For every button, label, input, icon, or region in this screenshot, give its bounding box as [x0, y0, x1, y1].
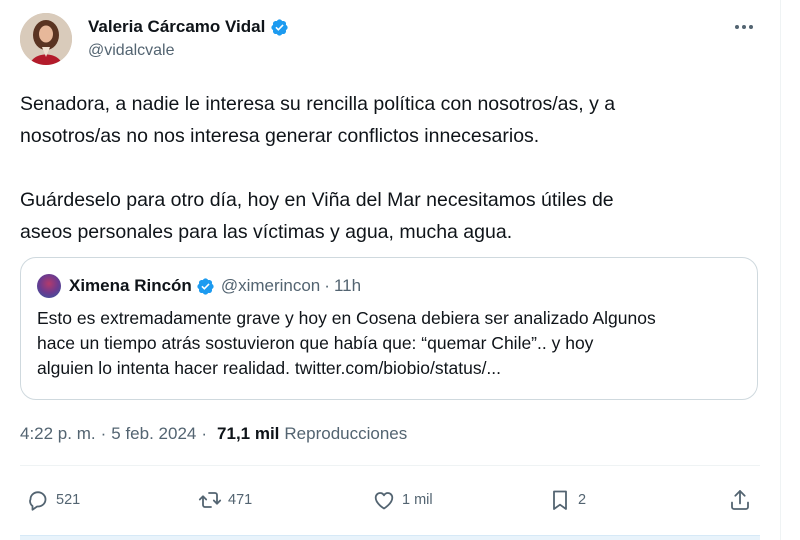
reply-button[interactable]: 521 — [26, 486, 80, 514]
quoted-handle: @ximerincon — [220, 276, 321, 295]
column-border — [780, 0, 781, 540]
repost-icon — [198, 492, 222, 508]
tweet-paragraph-2: Guárdeselo para otro día, hoy en Viña de… — [20, 189, 614, 243]
quoted-timestamp: 11h — [333, 276, 362, 295]
verified-badge-icon — [271, 18, 288, 36]
divider — [20, 465, 760, 466]
views-count: 71,1 mil — [217, 424, 280, 443]
quoted-text: Esto es extremadamente grave y hoy en Co… — [37, 308, 656, 378]
tweet-paragraph-1: Senadora, a nadie le interesa su rencill… — [20, 93, 616, 147]
author-display-name[interactable]: Valeria Cárcamo Vidal — [88, 17, 265, 37]
reply-count: 521 — [56, 492, 81, 508]
quoted-display-name: Ximena Rincón — [69, 276, 192, 295]
quoted-header: Ximena Rincón @ximerincon · 11h — [37, 274, 362, 298]
quoted-tweet[interactable]: Ximena Rincón @ximerincon · 11h Esto es … — [20, 257, 758, 400]
tweet-meta: 4:22 p. m. · 5 feb. 2024 · 71,1 mil Repr… — [20, 424, 407, 444]
more-options-icon[interactable] — [730, 16, 758, 38]
avatar[interactable] — [20, 13, 72, 65]
bookmark-button[interactable]: 2 — [548, 486, 586, 514]
meta-separator-2: · — [201, 424, 208, 443]
like-button[interactable]: 1 mil — [372, 486, 433, 514]
repost-count: 471 — [228, 492, 253, 508]
author-handle[interactable]: @vidalcvale — [88, 42, 175, 60]
quoted-avatar — [37, 274, 61, 298]
views-label: Reproducciones — [284, 424, 408, 443]
tweet-text: Senadora, a nadie le interesa su rencill… — [20, 88, 760, 248]
tweet-time[interactable]: 4:22 p. m. — [20, 424, 96, 444]
repost-button[interactable]: 471 — [198, 486, 252, 514]
reply-icon — [29, 491, 47, 511]
bookmark-count: 2 — [578, 492, 587, 508]
like-count: 1 mil — [402, 492, 433, 508]
quoted-separator: · — [324, 276, 330, 295]
tweet-date[interactable]: 5 feb. 2024 — [111, 424, 196, 444]
meta-separator: · — [100, 424, 107, 443]
author-name-row: Valeria Cárcamo Vidal — [88, 16, 289, 38]
bottom-strip — [20, 535, 760, 540]
share-button[interactable] — [728, 486, 758, 514]
quoted-verified-badge-icon — [197, 277, 214, 295]
heart-icon — [374, 492, 394, 510]
action-bar: 521 471 1 mil 2 — [20, 486, 760, 514]
bookmark-icon — [553, 490, 567, 510]
share-icon — [731, 490, 749, 510]
